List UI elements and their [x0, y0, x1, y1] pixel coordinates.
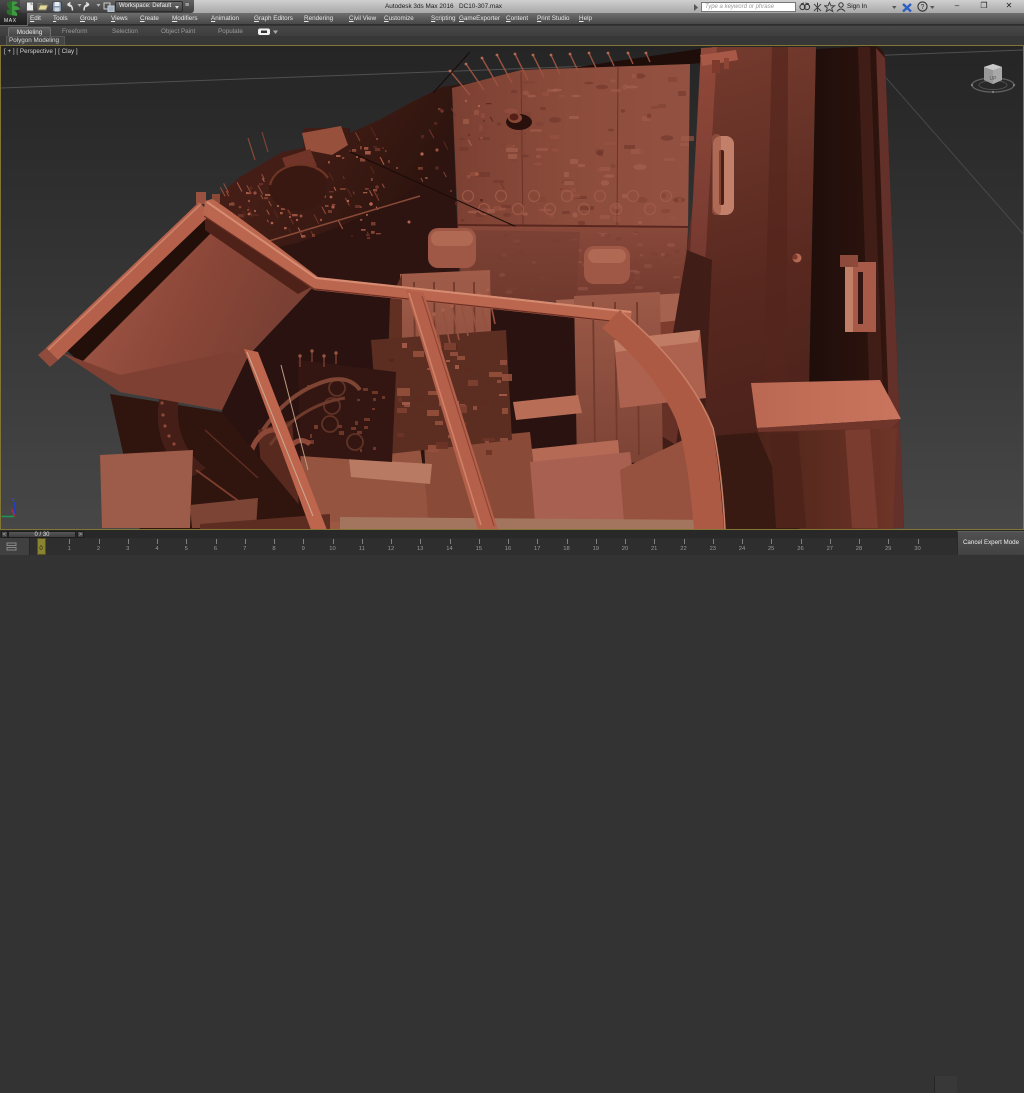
svg-text:z: z — [12, 497, 15, 503]
svg-text:?: ? — [921, 4, 925, 11]
svg-text:UP: UP — [990, 76, 998, 82]
